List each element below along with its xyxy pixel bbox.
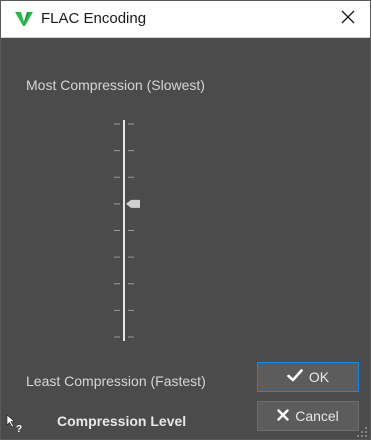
- window-title: FLAC Encoding: [41, 10, 147, 27]
- close-button[interactable]: [326, 1, 370, 37]
- resize-grip-icon[interactable]: [356, 425, 368, 437]
- slider-handle[interactable]: [126, 199, 140, 208]
- cancel-x-icon: [277, 408, 289, 424]
- cancel-button[interactable]: Cancel: [257, 401, 359, 431]
- title-bar[interactable]: FLAC Encoding: [1, 1, 370, 38]
- whats-this-help-icon[interactable]: ?: [4, 412, 26, 435]
- ok-label: OK: [308, 369, 330, 385]
- cancel-label: Cancel: [295, 408, 339, 424]
- svg-text:?: ?: [16, 424, 22, 434]
- flac-encoding-dialog: FLAC Encoding Most Compression (Slowest)…: [0, 0, 371, 440]
- least-compression-label: Least Compression (Fastest): [26, 373, 206, 389]
- ok-button[interactable]: OK: [257, 362, 359, 392]
- close-icon: [341, 10, 355, 29]
- most-compression-label: Most Compression (Slowest): [26, 77, 205, 93]
- compression-level-slider[interactable]: [106, 118, 146, 343]
- checkmark-icon: [287, 369, 303, 385]
- compression-level-label: Compression Level: [57, 413, 187, 429]
- wavelab-logo-icon: [13, 10, 35, 28]
- dialog-body: Most Compression (Slowest) Least Compres…: [1, 38, 370, 439]
